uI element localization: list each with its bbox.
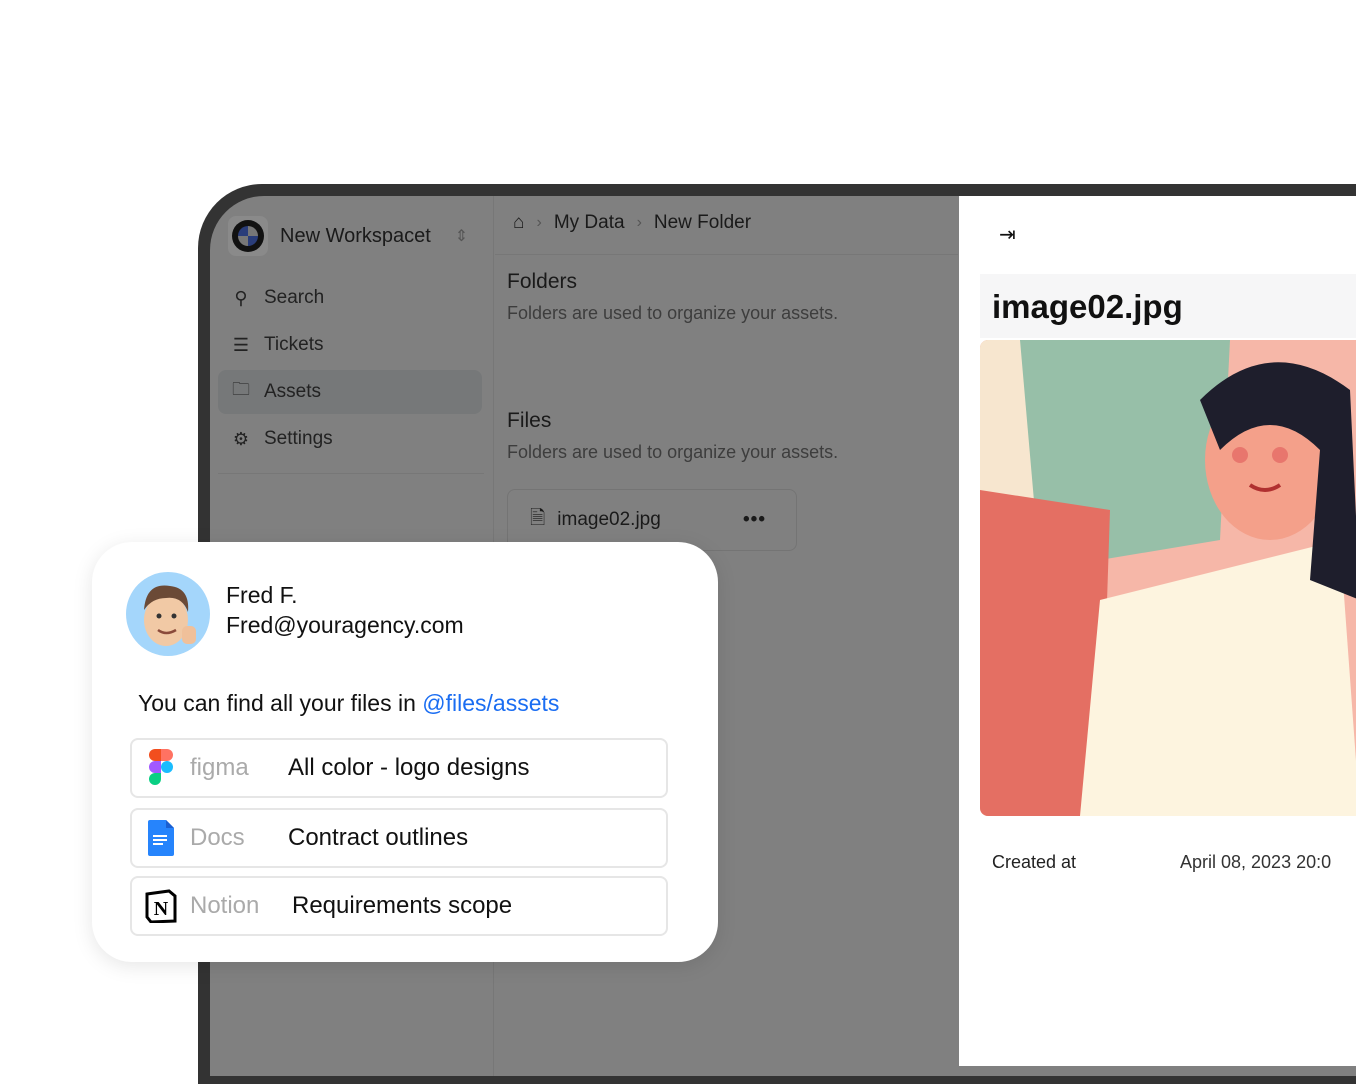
file-title: Contract outlines — [288, 824, 469, 851]
google-docs-icon — [148, 820, 174, 856]
sidebar-item-assets[interactable]: 🗀 Assets — [218, 370, 482, 414]
created-at-label: Created at — [992, 852, 1077, 872]
created-at-value: April 08, 2023 20:0 — [1180, 852, 1332, 872]
more-options-icon[interactable]: ••• — [743, 509, 766, 531]
files-title: Files — [507, 409, 552, 432]
file-title: Requirements scope — [292, 892, 513, 919]
sidebar-item-label: Tickets — [264, 334, 324, 355]
collapse-panel-icon[interactable]: ⇥ — [999, 222, 1016, 247]
sidebar-item-search[interactable]: ⚲ Search — [218, 276, 482, 320]
search-icon: ⚲ — [234, 287, 248, 308]
workspace-logo — [228, 216, 268, 256]
svg-text:N: N — [154, 898, 169, 920]
chevron-right-icon: › — [536, 214, 542, 231]
sidebar-item-label: Assets — [264, 381, 322, 402]
app-name: Notion — [190, 892, 260, 919]
breadcrumb-my-data[interactable]: My Data — [554, 212, 625, 234]
divider — [495, 254, 958, 255]
message: You can find all your files in @files/as… — [138, 690, 559, 717]
avatar — [126, 572, 210, 656]
sidebar-item-tickets[interactable]: ☰ Tickets — [218, 323, 482, 367]
panel-title: image02.jpg — [980, 274, 1356, 338]
file-image-icon: 🗎 — [530, 508, 546, 529]
sidebar-item-settings[interactable]: ⚙ Settings — [218, 417, 482, 461]
image-preview — [980, 340, 1356, 816]
assets-link[interactable]: @files/assets — [422, 690, 559, 716]
app-name: figma — [190, 754, 249, 781]
app-name: Docs — [190, 824, 245, 851]
folder-icon: 🗀 — [232, 379, 250, 399]
list-icon: ☰ — [232, 334, 250, 355]
notion-icon: N — [145, 889, 177, 923]
file-name: image02.jpg — [557, 509, 661, 530]
workspace-switcher[interactable]: New Workspacet ⇕ — [228, 216, 468, 256]
files-description: Folders are used to organize your assets… — [507, 442, 839, 462]
home-icon[interactable]: ⌂ — [513, 212, 524, 234]
message-text: You can find all your files in — [138, 690, 423, 716]
workspace-name: New Workspacet — [280, 224, 431, 247]
sidebar-item-label: Search — [264, 287, 325, 308]
chevron-right-icon: › — [636, 214, 642, 231]
breadcrumb: ⌂ › My Data › New Folder — [513, 212, 751, 234]
user-email: Fred@youragency.com — [226, 612, 464, 638]
folders-title: Folders — [507, 270, 578, 293]
share-card: Fred F. Fred@youragency.com You can find… — [92, 542, 718, 962]
file-row-notion[interactable]: N Notion Requirements scope — [130, 876, 668, 936]
breadcrumb-new-folder[interactable]: New Folder — [654, 212, 751, 234]
figma-icon — [149, 749, 173, 785]
chevron-updown-icon: ⇕ — [454, 228, 469, 245]
file-row-docs[interactable]: Docs Contract outlines — [130, 808, 668, 868]
sidebar-item-label: Settings — [264, 428, 333, 449]
divider — [218, 473, 484, 474]
detail-panel: ⇥ image02.jpg Created at April 08, 2023 … — [959, 196, 1356, 1066]
folders-description: Folders are used to organize your assets… — [507, 303, 839, 323]
file-title: All color - logo designs — [288, 754, 530, 781]
gear-icon: ⚙ — [232, 428, 250, 449]
file-row-figma[interactable]: figma All color - logo designs — [130, 738, 668, 798]
user-name: Fred F. — [226, 582, 298, 608]
